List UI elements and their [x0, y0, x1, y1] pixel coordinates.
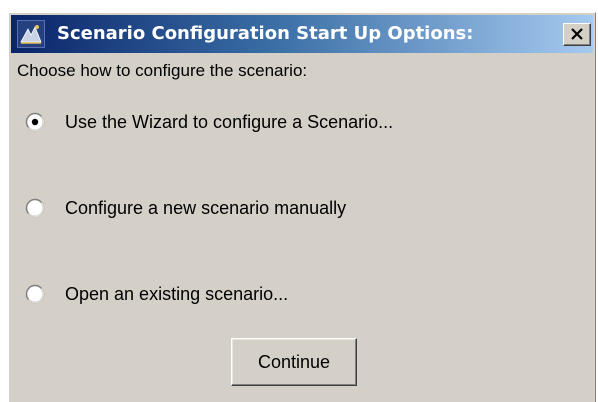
scenario-startup-dialog: Scenario Configuration Start Up Options:…	[8, 12, 596, 402]
scenario-app-icon	[17, 20, 45, 48]
option-open-existing-label: Open an existing scenario...	[65, 284, 289, 304]
title-bar[interactable]: Scenario Configuration Start Up Options:	[11, 15, 593, 53]
option-wizard-label: Use the Wizard to configure a Scenario..…	[65, 112, 394, 132]
window-title: Scenario Configuration Start Up Options:	[57, 23, 474, 44]
radio-open-existing[interactable]	[25, 284, 45, 304]
prompt-text: Choose how to configure the scenario:	[17, 61, 308, 80]
radio-manual[interactable]	[25, 198, 45, 218]
radio-wizard[interactable]	[25, 112, 45, 132]
close-button[interactable]	[563, 23, 591, 46]
option-wizard[interactable]: Use the Wizard to configure a Scenario..…	[25, 110, 485, 134]
option-manual-label: Configure a new scenario manually	[65, 198, 347, 218]
continue-button[interactable]: Continue	[231, 338, 357, 386]
option-manual[interactable]: Configure a new scenario manually	[25, 196, 405, 220]
radio-selected-dot	[31, 118, 39, 126]
option-open-existing[interactable]: Open an existing scenario...	[25, 282, 355, 306]
close-icon	[571, 28, 583, 40]
